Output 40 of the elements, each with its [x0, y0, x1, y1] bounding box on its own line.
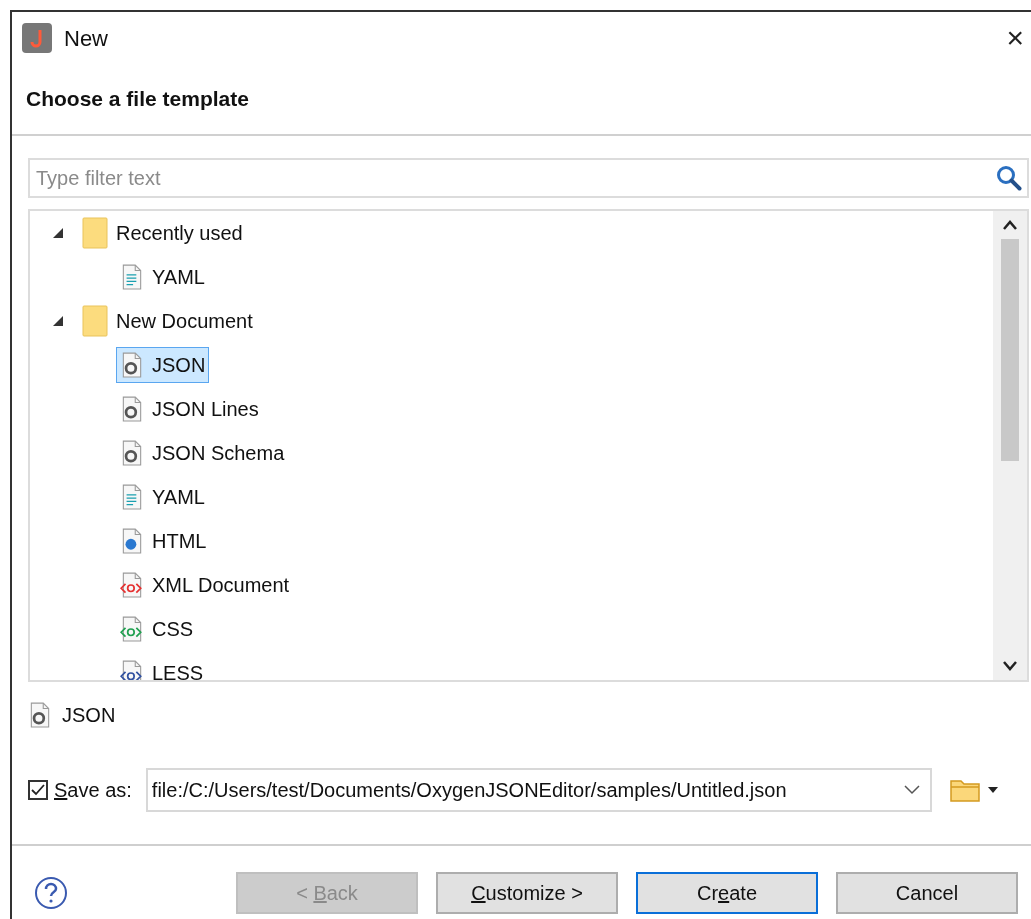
dialog-button[interactable]: Customize >: [436, 872, 618, 914]
text-document-icon: [120, 484, 144, 510]
dropdown-chevron-icon[interactable]: [903, 785, 920, 795]
tree-item[interactable]: Recently used: [78, 214, 247, 252]
save-as-combo[interactable]: file:/C:/Users/test/Documents/OxygenJSONEditor/samples/Untitled.json: [145, 768, 932, 812]
folder-icon: [82, 305, 108, 337]
search-icon[interactable]: [995, 164, 1023, 192]
scroll-up-icon[interactable]: [1002, 219, 1018, 231]
caret-icon[interactable]: [987, 787, 998, 793]
code-document-icon: [120, 572, 144, 598]
tree-item[interactable]: New Document: [78, 302, 257, 340]
save-as-label: Save as:: [54, 778, 132, 803]
help-icon[interactable]: [34, 876, 68, 910]
code-document-icon: [120, 660, 144, 680]
close-button[interactable]: ×: [1006, 23, 1024, 53]
save-as-checkbox[interactable]: [28, 780, 48, 800]
window-title: New: [64, 24, 108, 53]
tree-item[interactable]: JSON: [116, 347, 210, 383]
tree-item[interactable]: YAML: [116, 479, 209, 515]
dialog-heading: Choose a file template: [26, 86, 249, 113]
scrollbar-thumb[interactable]: [1001, 239, 1019, 461]
tree-item[interactable]: YAML: [116, 259, 209, 295]
tree-item[interactable]: CSS: [116, 611, 198, 647]
expanded-triangle-icon[interactable]: [52, 227, 64, 239]
folder-icon: [82, 217, 108, 249]
dialog-button[interactable]: Create: [636, 872, 818, 914]
expanded-triangle-icon[interactable]: [52, 315, 64, 327]
app-logo-icon: [22, 23, 52, 53]
filter-field[interactable]: Type filter text: [28, 158, 1029, 198]
code-document-icon: [120, 616, 144, 642]
selected-template-label: JSON: [62, 703, 116, 728]
tree-item[interactable]: XML Document: [116, 567, 294, 603]
scroll-down-icon[interactable]: [1002, 660, 1018, 672]
tree-item[interactable]: JSON Schema: [116, 435, 289, 471]
text-document-icon: [120, 264, 144, 290]
tree-item[interactable]: JSON Lines: [116, 391, 263, 427]
tree-item[interactable]: LESS: [116, 655, 208, 680]
scrollbar[interactable]: [993, 211, 1027, 680]
dialog-button[interactable]: Cancel: [836, 872, 1018, 914]
tree-item[interactable]: HTML: [116, 523, 211, 559]
